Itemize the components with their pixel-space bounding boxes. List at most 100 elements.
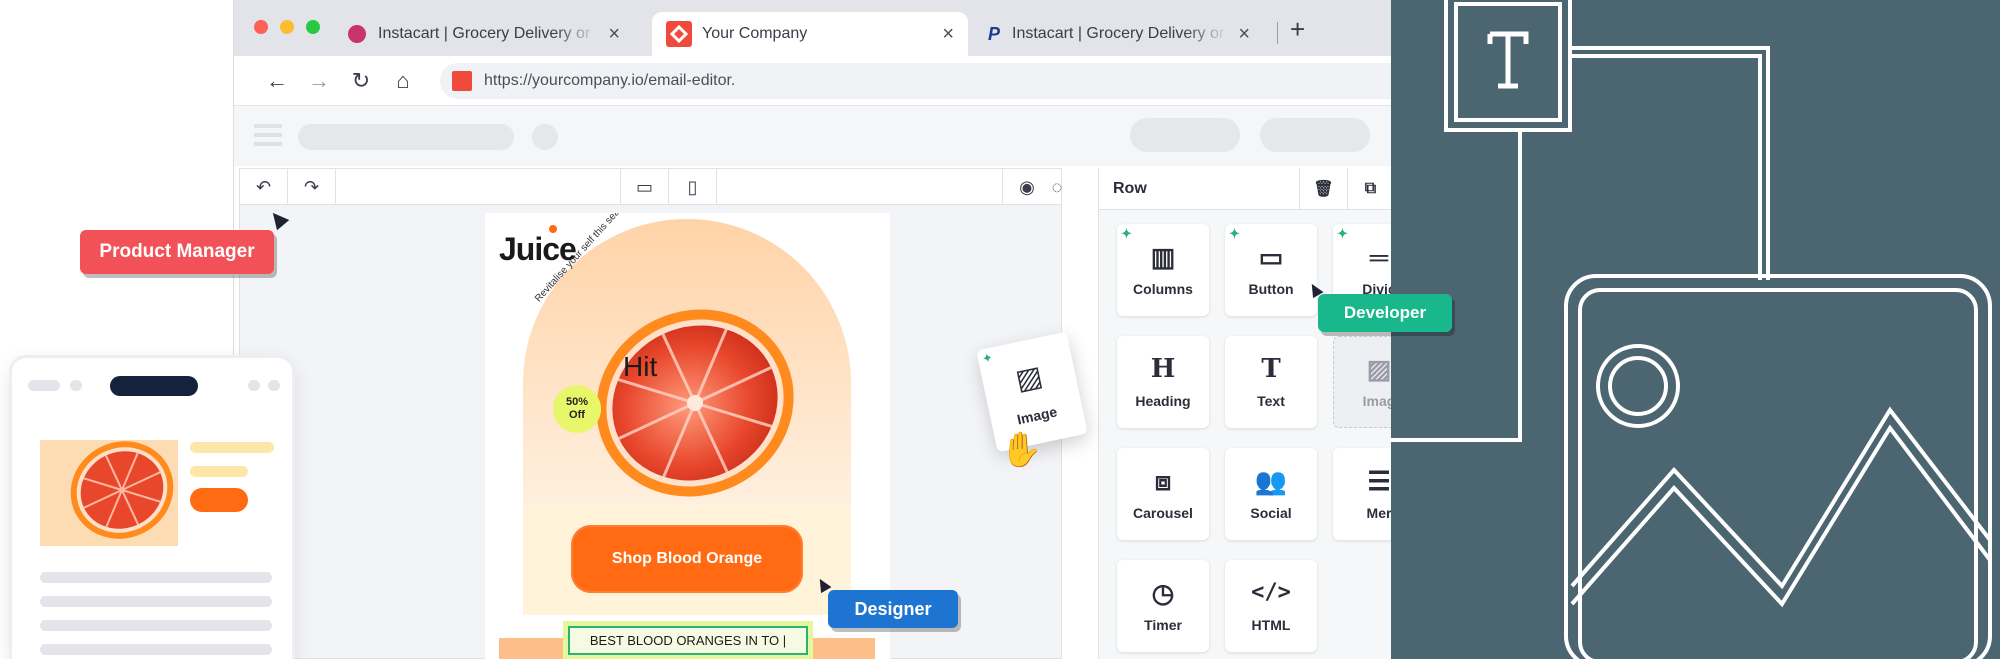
delete-icon[interactable]: 🗑 xyxy=(1299,168,1347,210)
mini-cta-button xyxy=(190,488,248,512)
code-icon: </> xyxy=(1251,580,1291,605)
mini-skeleton xyxy=(40,572,272,583)
instacart-icon xyxy=(348,25,366,43)
image-icon: ▨ xyxy=(1366,354,1391,384)
panel-header: Row 🗑 ⧉ xyxy=(1099,168,1391,210)
grab-hand-cursor-icon: ✋ xyxy=(1000,431,1043,469)
close-icon[interactable]: × xyxy=(1238,23,1250,46)
minimize-window-dot[interactable] xyxy=(280,20,294,34)
tab-label: Instacart | Grocery Delivery or xyxy=(1012,25,1225,42)
block-timer[interactable]: ◷ Timer xyxy=(1117,560,1209,652)
app-header-skeleton xyxy=(234,106,1391,166)
tab-your-company[interactable]: Your Company × xyxy=(652,12,968,56)
site-logo-icon xyxy=(452,71,472,91)
address-bar: ← → ↻ ⌂ https://yourcompany.io/email-edi… xyxy=(234,56,1391,106)
undo-icon[interactable]: ↶ xyxy=(240,169,288,205)
editor-toolbar: ↶ ↷ ▭ ▯ ◉ ◌ xyxy=(240,169,1063,205)
mini-skeleton xyxy=(190,442,274,453)
text-block-selected[interactable]: BEST BLOOD ORANGES IN TO | xyxy=(563,621,813,659)
sparkle-icon: ✦ xyxy=(1229,226,1240,241)
tab-instacart-1[interactable]: Instacart | Grocery Delivery or × xyxy=(334,12,634,56)
mini-product-image xyxy=(40,440,178,546)
columns-icon: ▥ xyxy=(1150,242,1176,272)
block-label: Heading xyxy=(1135,393,1191,409)
block-social[interactable]: 👥 Social xyxy=(1225,448,1317,540)
maximize-window-dot[interactable] xyxy=(306,20,320,34)
block-label: Columns xyxy=(1133,281,1193,297)
block-heading[interactable]: H Heading xyxy=(1117,336,1209,428)
url-field[interactable]: https://yourcompany.io/email-editor. xyxy=(440,63,1391,99)
product-manager-tag: Product Manager xyxy=(80,230,274,274)
mini-logo-bar xyxy=(110,376,198,396)
drag-card-label: Image xyxy=(1015,402,1059,428)
sparkle-icon: ✦ xyxy=(1121,226,1132,241)
tab-instacart-2[interactable]: P Instacart | Grocery Delivery or × xyxy=(974,12,1264,56)
hamburger-menu-icon[interactable] xyxy=(254,124,282,146)
button-skeleton-1 xyxy=(1130,118,1240,152)
mobile-view-icon[interactable]: ▯ xyxy=(669,169,717,205)
block-columns[interactable]: ✦ ▥ Columns xyxy=(1117,224,1209,316)
image-icon: ▨ xyxy=(1012,359,1046,396)
block-menu[interactable]: ☰ Mer xyxy=(1333,448,1391,540)
mini-skeleton xyxy=(190,466,248,477)
marketing-hero: Instacart | Grocery Delivery or × Your C… xyxy=(0,0,2000,659)
block-label: Carousel xyxy=(1133,505,1193,521)
heading-icon: H xyxy=(1150,354,1176,384)
block-carousel[interactable]: ⧈ Carousel xyxy=(1117,448,1209,540)
company-logo-icon xyxy=(666,21,692,47)
block-label: Social xyxy=(1250,505,1292,521)
shop-blood-orange-button[interactable]: Shop Blood Orange xyxy=(571,525,803,593)
tab-label: Instacart | Grocery Delivery or xyxy=(378,25,591,42)
mini-skeleton xyxy=(248,380,260,391)
duplicate-icon[interactable]: ⧉ xyxy=(1347,168,1391,210)
product-manager-cursor-icon xyxy=(266,207,290,231)
decorative-panel xyxy=(1390,0,2000,659)
block-image-placeholder[interactable]: ▨ Imag xyxy=(1333,336,1391,428)
block-label: Timer xyxy=(1144,617,1182,633)
block-text[interactable]: T Text xyxy=(1225,336,1317,428)
tab-bar: Instacart | Grocery Delivery or × Your C… xyxy=(234,0,1391,56)
block-label: Mer xyxy=(1366,505,1391,521)
menu-icon: ☰ xyxy=(1367,466,1391,496)
text-block-content: BEST BLOOD ORANGES IN TO | xyxy=(589,633,787,648)
home-icon[interactable]: ⌂ xyxy=(386,64,420,98)
comment-icon[interactable]: ◌ xyxy=(1051,169,1063,205)
block-label: Imag xyxy=(1362,393,1391,409)
social-icon: 👥 xyxy=(1254,466,1288,496)
forward-arrow-icon[interactable]: → xyxy=(302,64,336,98)
new-tab-button[interactable]: + xyxy=(1290,14,1305,45)
close-icon[interactable]: × xyxy=(608,23,620,46)
title-skeleton xyxy=(298,124,514,150)
mini-skeleton xyxy=(70,380,82,391)
mini-skeleton xyxy=(40,644,272,655)
block-html[interactable]: </> HTML xyxy=(1225,560,1317,652)
close-window-dot[interactable] xyxy=(254,20,268,34)
panel-title: Row xyxy=(1113,179,1147,197)
block-button[interactable]: ✦ ▭ Button xyxy=(1225,224,1317,316)
mini-skeleton xyxy=(40,620,272,631)
preview-eye-icon[interactable]: ◉ xyxy=(1003,169,1051,205)
url-text: https://yourcompany.io/email-editor. xyxy=(484,72,736,89)
discount-badge-text: 50% Off xyxy=(565,396,589,421)
back-arrow-icon[interactable]: ← xyxy=(260,64,294,98)
discount-badge: 50% Off xyxy=(553,385,601,433)
mini-skeleton xyxy=(40,596,272,607)
text-block-inner[interactable]: BEST BLOOD ORANGES IN TO | xyxy=(568,626,808,655)
divider-icon: ═ xyxy=(1369,242,1389,272)
redo-icon[interactable]: ↷ xyxy=(288,169,336,205)
button-icon: ▭ xyxy=(1258,242,1284,272)
sparkle-icon: ✦ xyxy=(1337,226,1348,241)
block-label: Text xyxy=(1257,393,1285,409)
paypal-icon: P xyxy=(988,23,1001,44)
desktop-view-icon[interactable]: ▭ xyxy=(621,169,669,205)
reload-icon[interactable]: ↻ xyxy=(344,64,378,98)
close-icon[interactable]: × xyxy=(942,23,954,46)
decorative-icons xyxy=(1390,0,1992,659)
mini-skeleton xyxy=(268,380,280,391)
mini-orange-art xyxy=(70,441,174,539)
tab-divider xyxy=(1277,22,1278,44)
tab-label: Your Company xyxy=(702,25,808,42)
editor-canvas: ↶ ↷ ▭ ▯ ◉ ◌ Juice Hit 50% Off Shop Blood… xyxy=(239,168,1062,659)
block-label: Button xyxy=(1248,281,1294,297)
carousel-icon: ⧈ xyxy=(1154,466,1172,496)
